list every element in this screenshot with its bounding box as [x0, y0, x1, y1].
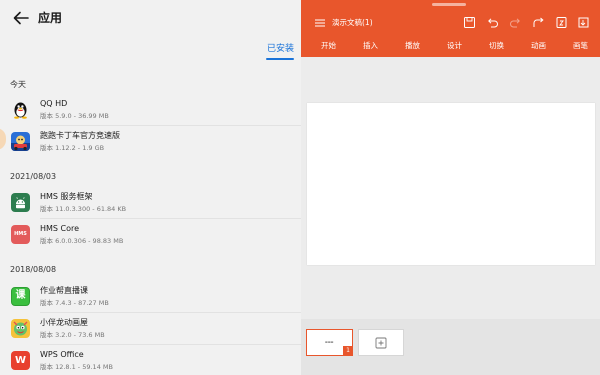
app-version: 版本 6.0.0.306 - 98.83 MB	[40, 237, 124, 245]
app-row-wps-office[interactable]: W WPS Office 版本 12.8.1 - 59.14 MB	[0, 345, 301, 375]
document-title[interactable]: 演示文稿(1)	[332, 18, 373, 28]
tab-home[interactable]: 开始	[321, 41, 336, 51]
tab-design[interactable]: 设计	[447, 41, 462, 51]
kart-rider-icon	[11, 132, 30, 151]
share-icon[interactable]	[532, 16, 545, 29]
section-date-2018-08-08: 2018/08/08	[10, 265, 57, 274]
app-name: QQ HD	[40, 99, 68, 108]
page-title: 应用	[38, 11, 63, 25]
app-name: HMS 服务框架	[40, 192, 93, 201]
app-row-qq-hd[interactable]: QQ HD 版本 5.9.0 - 36.99 MB	[0, 94, 301, 126]
slide-canvas-area	[301, 57, 600, 319]
tab-insert[interactable]: 插入	[363, 41, 378, 51]
slide-thumbnail[interactable]: ▬▬▬ 1	[306, 329, 353, 356]
section-date-today: 今天	[10, 80, 26, 89]
tab-play[interactable]: 播放	[405, 41, 420, 51]
redo-icon[interactable]	[509, 16, 522, 29]
ribbon-tabs: 开始 插入 播放 设计 切换 动画 画笔	[301, 40, 600, 54]
plus-icon	[375, 337, 387, 349]
presentation-panel: 演示文稿(1) 开始 插入 播放 设计 切换 动画 画笔 ▬▬▬ 1	[301, 0, 600, 375]
app-name: 作业帮直播课	[40, 286, 88, 295]
tab-installed[interactable]: 已安装	[267, 43, 294, 55]
window-grab-bar[interactable]	[432, 3, 466, 6]
app-name: 跑跑卡丁车官方竞速版	[40, 131, 120, 140]
back-arrow-icon[interactable]	[12, 9, 30, 27]
qq-penguin-icon	[11, 100, 30, 119]
section-date-2021-08-03: 2021/08/03	[10, 172, 57, 181]
save-icon[interactable]	[463, 16, 476, 29]
app-row-xiaobanlong[interactable]: 小伴龙动画屋 版本 3.2.0 - 73.6 MB	[0, 313, 301, 345]
slide-thumbnail-strip: ▬▬▬ 1	[301, 319, 600, 375]
app-name: WPS Office	[40, 350, 84, 359]
app-name: HMS Core	[40, 224, 80, 233]
slide-canvas[interactable]	[307, 103, 595, 265]
app-list-panel: 应用 已安装 今天 QQ HD 版本 5.9.0 - 36.99 MB 跑跑卡丁…	[0, 0, 301, 375]
app-version: 版本 11.0.3.300 - 61.84 KB	[40, 205, 127, 213]
android-icon	[11, 193, 30, 212]
ribbon: 演示文稿(1) 开始 插入 播放 设计 切换 动画 画笔	[301, 0, 600, 57]
slides-count-icon[interactable]	[555, 16, 568, 29]
app-version: 版本 12.8.1 - 59.14 MB	[40, 363, 113, 371]
app-row-zuoyebang[interactable]: 课 作业帮直播课 版本 7.4.3 - 87.27 MB	[0, 281, 301, 313]
zuoyebang-icon: 课	[11, 287, 30, 306]
slide-thumbnail-placeholder: ▬▬▬	[325, 340, 334, 344]
app-row-kart[interactable]: 跑跑卡丁车官方竞速版 版本 1.12.2 - 1.9 GB	[0, 126, 301, 158]
top-bar: 应用	[0, 0, 301, 36]
app-version: 版本 5.9.0 - 36.99 MB	[40, 112, 109, 120]
app-version: 版本 7.4.3 - 87.27 MB	[40, 299, 109, 307]
xiaobanlong-icon	[11, 319, 30, 338]
app-row-hms-framework[interactable]: HMS 服务框架 版本 11.0.3.300 - 61.84 KB	[0, 187, 301, 219]
app-name: 小伴龙动画屋	[40, 318, 88, 327]
menu-icon[interactable]	[315, 19, 325, 27]
tab-animation[interactable]: 动画	[531, 41, 546, 51]
add-slide-button[interactable]	[358, 329, 404, 356]
app-version: 版本 1.12.2 - 1.9 GB	[40, 144, 105, 152]
app-row-hms-core[interactable]: HMS HMS Core 版本 6.0.0.306 - 98.83 MB	[0, 219, 301, 251]
tab-pen[interactable]: 画笔	[573, 41, 588, 51]
tab-transition[interactable]: 切换	[489, 41, 504, 51]
tab-installed-indicator	[266, 58, 294, 60]
undo-icon[interactable]	[486, 16, 499, 29]
app-version: 版本 3.2.0 - 73.6 MB	[40, 331, 105, 339]
wps-icon: W	[11, 351, 30, 370]
exit-window-icon[interactable]	[577, 16, 590, 29]
slide-number-badge: 1	[343, 346, 353, 356]
hms-core-icon: HMS	[11, 225, 30, 244]
